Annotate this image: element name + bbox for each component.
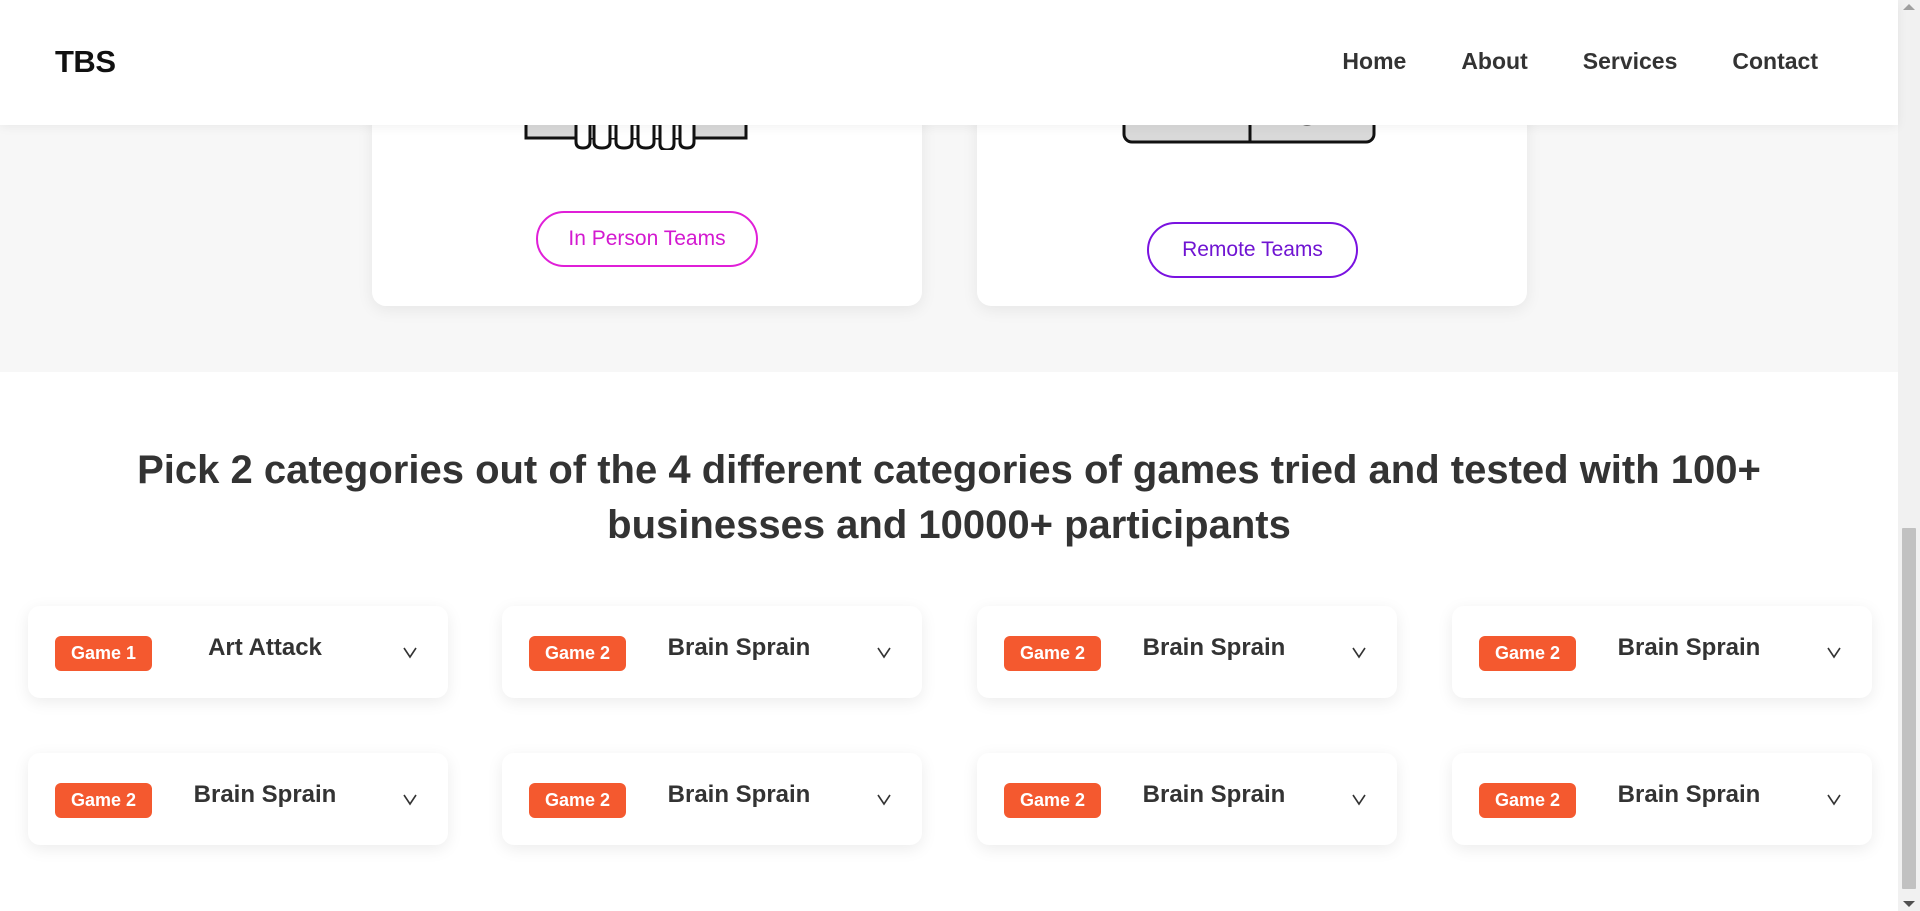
game-accordion-item[interactable]: Game 1 Art Attack (28, 606, 448, 698)
nav-link-about[interactable]: About (1461, 48, 1527, 75)
nav-link-home[interactable]: Home (1342, 48, 1406, 75)
in-person-teams-button[interactable]: In Person Teams (536, 211, 758, 267)
game-accordion-item[interactable]: Game 2 Brain Sprain (1452, 606, 1872, 698)
remote-teams-button[interactable]: Remote Teams (1147, 222, 1358, 278)
game-badge: Game 2 (1004, 783, 1101, 818)
game-badge: Game 2 (55, 783, 152, 818)
game-badge: Game 1 (55, 636, 152, 671)
main-nav: Home About Services Contact (1342, 48, 1818, 75)
chevron-down-icon (1352, 647, 1366, 659)
game-title: Brain Sprain (1142, 781, 1286, 808)
game-title: Art Attack (208, 634, 322, 661)
game-title: Brain Sprain (667, 634, 811, 661)
chevron-down-icon (403, 647, 417, 659)
game-accordion-item[interactable]: Game 2 Brain Sprain (28, 753, 448, 845)
game-badge: Game 2 (1479, 783, 1576, 818)
scroll-down-arrow-icon[interactable] (1903, 901, 1915, 907)
game-accordion-item[interactable]: Game 2 Brain Sprain (502, 606, 922, 698)
game-title: Brain Sprain (1617, 634, 1761, 661)
game-title: Brain Sprain (667, 781, 811, 808)
game-title: Brain Sprain (193, 781, 337, 808)
scroll-up-arrow-icon[interactable] (1903, 4, 1915, 10)
game-badge: Game 2 (529, 783, 626, 818)
game-accordion-item[interactable]: Game 2 Brain Sprain (1452, 753, 1872, 845)
nav-link-services[interactable]: Services (1583, 48, 1678, 75)
game-accordion-item[interactable]: Game 2 Brain Sprain (977, 606, 1397, 698)
game-badge: Game 2 (1479, 636, 1576, 671)
chevron-down-icon (877, 647, 891, 659)
top-navbar: TBS Home About Services Contact (0, 0, 1898, 125)
scrollbar-thumb[interactable] (1902, 528, 1916, 889)
page-scrollbar[interactable] (1898, 0, 1920, 911)
chevron-down-icon (1827, 794, 1841, 806)
nav-link-contact[interactable]: Contact (1732, 48, 1818, 75)
chevron-down-icon (877, 794, 891, 806)
chevron-down-icon (1352, 794, 1366, 806)
chevron-down-icon (1827, 647, 1841, 659)
game-badge: Game 2 (1004, 636, 1101, 671)
game-badge: Game 2 (529, 636, 626, 671)
site-logo[interactable]: TBS (55, 44, 116, 80)
game-title: Brain Sprain (1142, 634, 1286, 661)
section-heading: Pick 2 categories out of the 4 different… (137, 448, 1761, 547)
game-accordion-item[interactable]: Game 2 Brain Sprain (977, 753, 1397, 845)
game-title: Brain Sprain (1617, 781, 1761, 808)
chevron-down-icon (403, 794, 417, 806)
game-accordion-item[interactable]: Game 2 Brain Sprain (502, 753, 922, 845)
